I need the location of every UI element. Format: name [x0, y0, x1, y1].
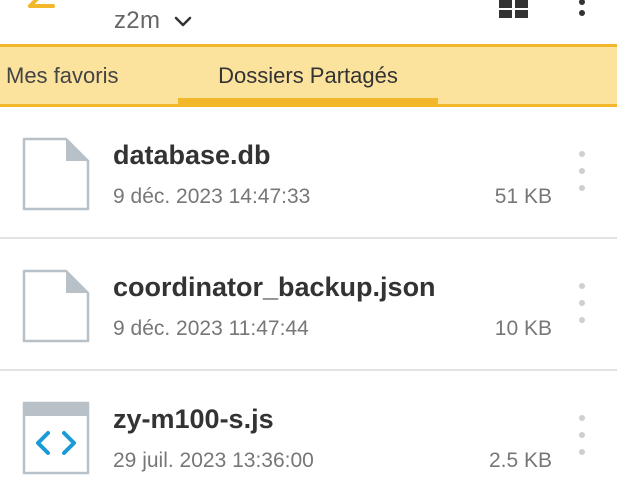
- overflow-menu-button[interactable]: [572, 0, 592, 20]
- menu-dot: [579, 300, 585, 306]
- tab-favorites[interactable]: Mes favoris: [0, 47, 140, 104]
- file-options-button[interactable]: [570, 283, 594, 323]
- file-date: 29 juil. 2023 13:36:00: [113, 449, 314, 472]
- file-options-button[interactable]: [570, 151, 594, 191]
- more-vertical-icon: [579, 151, 585, 157]
- file-row[interactable]: coordinator_backup.json 9 déc. 2023 11:4…: [0, 239, 617, 371]
- file-name: zy-m100-s.js: [113, 404, 274, 434]
- tab-shared-folders[interactable]: Dossiers Partagés: [178, 47, 438, 104]
- file-name: database.db: [113, 140, 271, 170]
- blank-file-icon: [22, 269, 90, 343]
- chevron-down-icon: [174, 16, 192, 28]
- active-tab-indicator: [178, 98, 438, 104]
- back-arrow-icon: [28, 0, 55, 8]
- back-button[interactable]: [26, 0, 66, 18]
- tab-shared-folders-label: Dossiers Partagés: [218, 62, 398, 88]
- grid-view-icon: [499, 0, 528, 18]
- code-file-icon: [22, 401, 90, 475]
- menu-dot: [579, 317, 585, 323]
- more-vertical-icon: [579, 0, 585, 16]
- menu-dot: [579, 432, 585, 438]
- file-size: 2.5 KB: [488, 449, 552, 472]
- app-bar: z2m: [0, 0, 617, 44]
- folder-title: z2m: [114, 7, 161, 34]
- folder-selector[interactable]: z2m: [114, 7, 192, 35]
- file-date: 9 déc. 2023 14:47:33: [113, 185, 311, 208]
- file-options-button[interactable]: [570, 415, 594, 455]
- file-row[interactable]: zy-m100-s.js 29 juil. 2023 13:36:00 2.5 …: [0, 371, 617, 500]
- file-size: 10 KB: [494, 317, 552, 340]
- grid-view-button[interactable]: [498, 0, 530, 20]
- file-size: 51 KB: [494, 185, 552, 208]
- more-vertical-icon: [579, 283, 585, 289]
- menu-dot: [579, 185, 585, 191]
- file-name: coordinator_backup.json: [113, 272, 436, 302]
- tab-bar: Mes favoris Dossiers Partagés: [0, 44, 617, 107]
- more-vertical-icon: [579, 415, 585, 421]
- file-list: database.db 9 déc. 2023 14:47:33 51 KB c…: [0, 107, 617, 500]
- tab-favorites-label: Mes favoris: [6, 62, 119, 88]
- menu-dot: [579, 168, 585, 174]
- menu-dot: [579, 449, 585, 455]
- blank-file-icon: [22, 137, 90, 211]
- file-date: 9 déc. 2023 11:47:44: [113, 317, 309, 340]
- file-manager-screen: z2m Mes favoris Dossiers Partagés databa…: [0, 0, 617, 500]
- file-row[interactable]: database.db 9 déc. 2023 14:47:33 51 KB: [0, 107, 617, 239]
